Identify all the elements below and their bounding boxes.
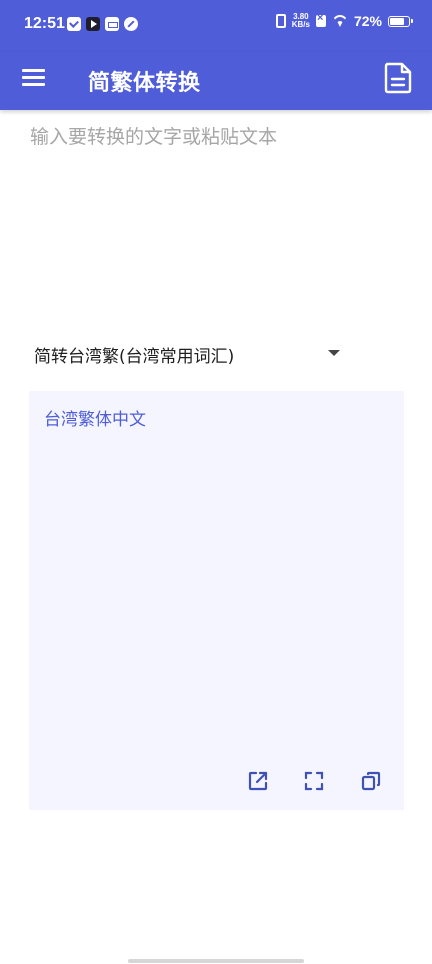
share-button[interactable] [247,770,269,792]
no-sim-icon [315,12,326,27]
network-speed-unit: KB/s [291,20,310,29]
dropdown-arrow-icon [328,350,340,356]
source-text-input[interactable] [14,114,418,314]
battery-percentage: 72% [353,13,382,29]
document-button[interactable] [382,61,414,95]
output-panel: 台湾繁体中文 [29,391,404,810]
battery-icon [388,15,413,27]
page-title: 简繁体转换 [88,71,201,96]
wifi-icon [332,15,348,27]
package-notification-icon [105,17,119,31]
fullscreen-button[interactable] [303,770,325,792]
notification-icons [67,17,138,31]
status-bar: 12:51 3.80 KB/s 72% [0,0,432,52]
mail-notification-icon [67,17,81,31]
app-bar: 简繁体转换 [0,52,432,110]
document-icon [384,62,412,94]
vibrate-icon [275,14,286,28]
hamburger-menu-icon [22,69,45,72]
share-external-icon [248,771,268,791]
link-notification-icon [124,17,138,31]
video-app-notification-icon [86,17,100,31]
copy-icon [361,771,381,791]
app-screen: 12:51 3.80 KB/s 72% 简繁体转换 [0,0,432,964]
converted-text: 台湾繁体中文 [44,410,146,430]
home-indicator[interactable] [128,959,304,963]
status-time: 12:51 [24,15,65,32]
fullscreen-icon [304,771,324,791]
conversion-mode-label: 简转台湾繁(台湾常用词汇) [34,347,235,367]
conversion-mode-dropdown[interactable]: 简转台湾繁(台湾常用词汇) [34,340,346,370]
system-status: 3.80 KB/s 72% [275,12,413,29]
menu-button[interactable] [22,69,46,91]
network-speed: 3.80 KB/s [292,13,310,29]
copy-button[interactable] [360,770,382,792]
